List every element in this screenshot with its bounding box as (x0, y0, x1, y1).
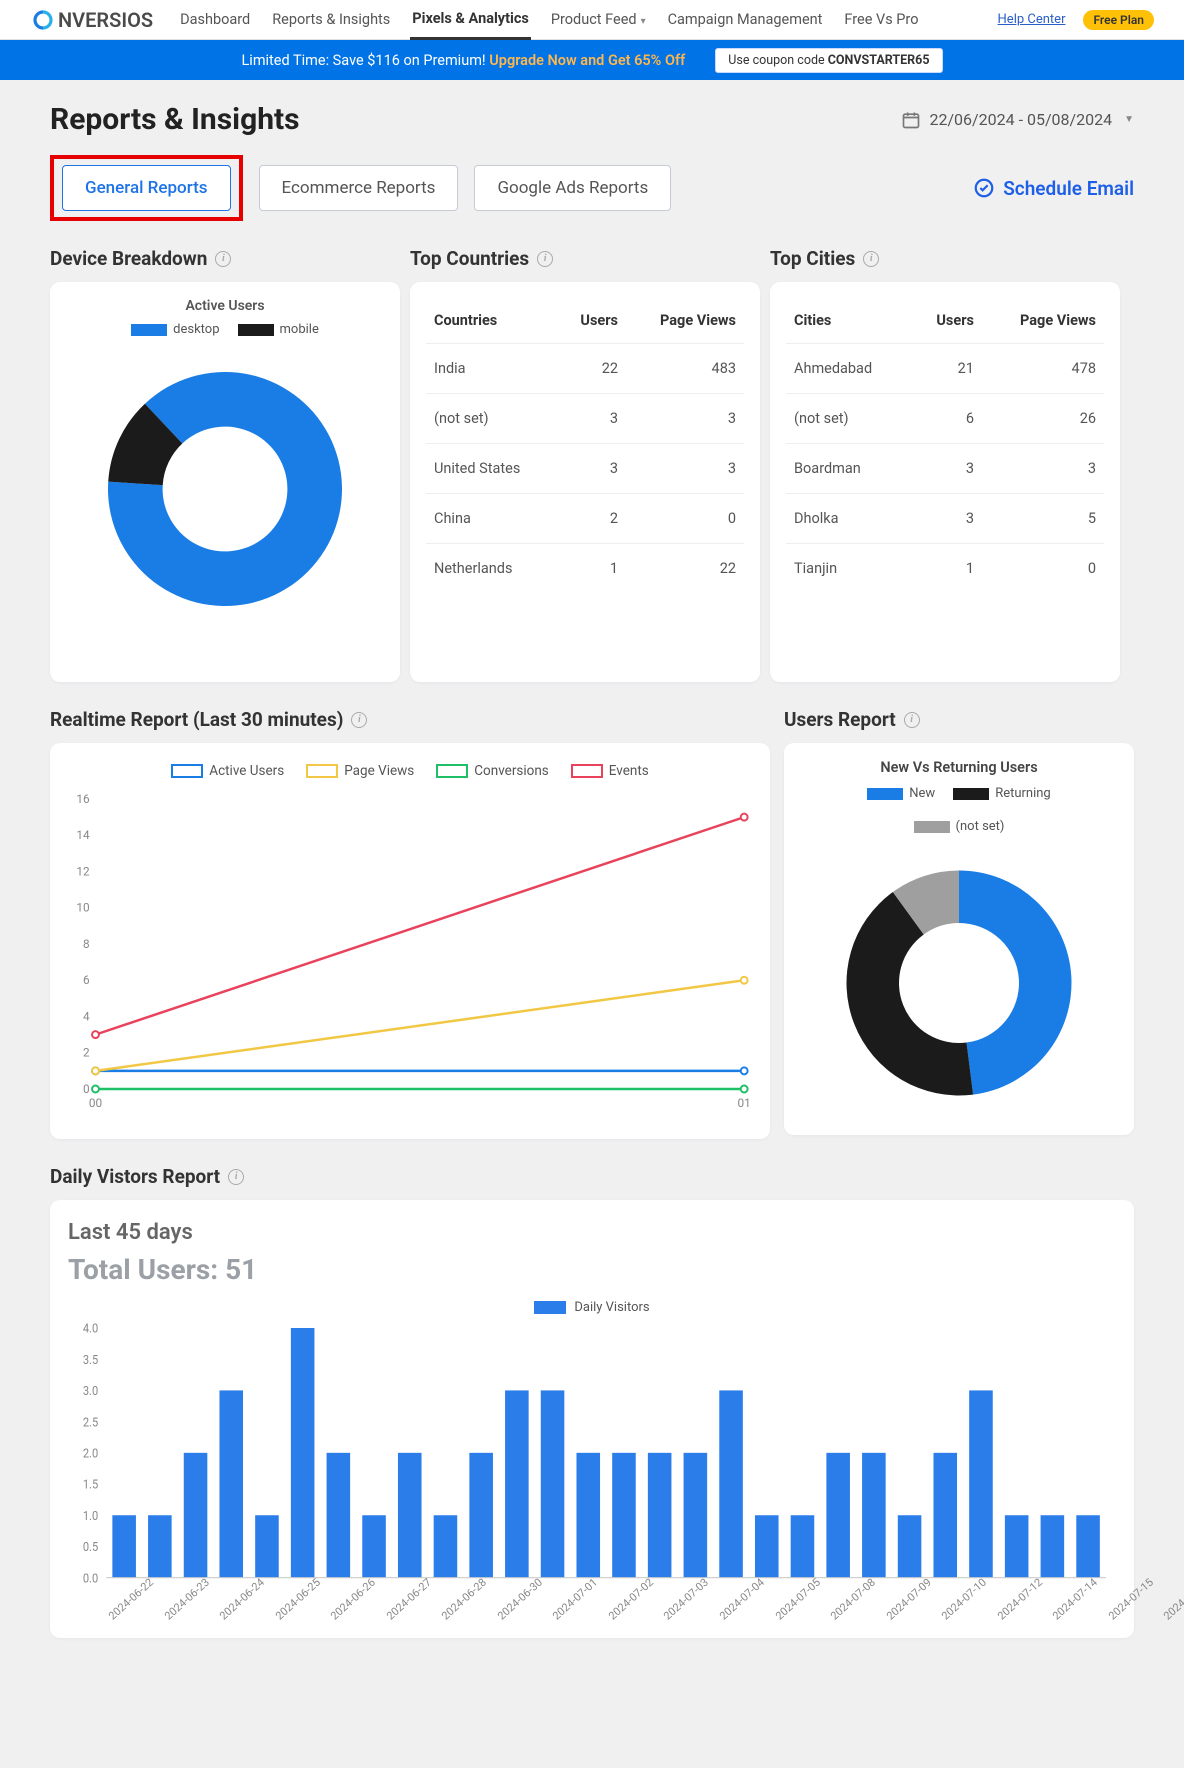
info-icon[interactable]: i (863, 251, 879, 267)
svg-text:10: 10 (76, 901, 89, 915)
schedule-email-button[interactable]: Schedule Email (973, 177, 1134, 200)
top-countries-table: CountriesUsersPage ViewsIndia22483(not s… (426, 298, 744, 593)
table-row: Netherlands122 (426, 544, 744, 594)
table-row: Boardman33 (786, 444, 1104, 494)
svg-text:00: 00 (89, 1096, 102, 1110)
calendar-icon (901, 110, 921, 130)
highlight-rect: General Reports (50, 155, 243, 221)
realtime-line-chart: 0 2 4 6 8 10 12 14 16 00 01 (66, 789, 754, 1119)
info-icon[interactable]: i (215, 251, 231, 267)
nav-reports-insights[interactable]: Reports & Insights (270, 1, 392, 38)
top-countries-title: Top Countriesi (410, 247, 760, 270)
top-countries-card: CountriesUsersPage ViewsIndia22483(not s… (410, 282, 760, 682)
info-icon[interactable]: i (351, 712, 367, 728)
daily-visitors-title: Daily Vistors Reporti (50, 1165, 1134, 1188)
tab-ecommerce-reports[interactable]: Ecommerce Reports (259, 165, 459, 211)
users-report-title: Users Reporti (784, 708, 1134, 731)
users-donut-chart (834, 858, 1084, 1108)
device-breakdown-card: Active Users desktop mobile (50, 282, 400, 682)
info-icon[interactable]: i (537, 251, 553, 267)
svg-text:4.0: 4.0 (83, 1321, 99, 1336)
tab-google-ads-reports[interactable]: Google Ads Reports (474, 165, 671, 211)
svg-text:3.0: 3.0 (83, 1383, 99, 1398)
info-icon[interactable]: i (228, 1169, 244, 1185)
chevron-down-icon: ▼ (1124, 114, 1134, 125)
tab-general-reports[interactable]: General Reports (62, 165, 231, 211)
table-row: (not set)33 (426, 394, 744, 444)
svg-text:6: 6 (83, 973, 90, 987)
users-report-card: New Vs Returning Users New Returning (no… (784, 743, 1134, 1135)
realtime-card: Active UsersPage ViewsConversionsEvents … (50, 743, 770, 1139)
table-row: Dholka35 (786, 494, 1104, 544)
svg-text:2.5: 2.5 (83, 1415, 99, 1430)
coupon-box[interactable]: Use coupon code CONVSTARTER65 (715, 48, 942, 73)
svg-text:1.5: 1.5 (83, 1477, 99, 1492)
svg-text:01: 01 (738, 1096, 751, 1110)
table-row: United States33 (426, 444, 744, 494)
table-row: Ahmedabad21478 (786, 344, 1104, 394)
svg-text:0: 0 (83, 1082, 90, 1096)
logo[interactable]: NVERSIOS (30, 8, 153, 32)
table-row: Tianjin10 (786, 544, 1104, 594)
nav-pixels-analytics[interactable]: Pixels & Analytics (410, 0, 531, 40)
svg-text:12: 12 (76, 864, 90, 878)
free-plan-badge[interactable]: Free Plan (1083, 10, 1154, 30)
table-row: China20 (426, 494, 744, 544)
top-navbar: NVERSIOS Dashboard Reports & Insights Pixe… (0, 0, 1184, 40)
table-row: India22483 (426, 344, 744, 394)
top-cities-table: CitiesUsersPage ViewsAhmedabad21478(not … (786, 298, 1104, 593)
device-donut-chart (95, 359, 355, 619)
nav-free-vs-pro[interactable]: Free Vs Pro (842, 1, 920, 38)
check-circle-icon (973, 177, 995, 199)
page-title: Reports & Insights (50, 102, 300, 137)
promo-text: Limited Time: Save $116 on Premium! Upgr… (241, 52, 685, 69)
svg-text:4: 4 (83, 1009, 90, 1023)
nav-campaign-management[interactable]: Campaign Management (666, 1, 825, 38)
top-cities-card: CitiesUsersPage ViewsAhmedabad21478(not … (770, 282, 1120, 682)
realtime-title: Realtime Report (Last 30 minutes)i (50, 708, 770, 731)
table-row: (not set)626 (786, 394, 1104, 444)
nav-menu: Dashboard Reports & Insights Pixels & Anal… (178, 0, 920, 40)
logo-text: NVERSIOS (58, 8, 153, 32)
logo-icon (30, 10, 56, 30)
promo-banner: Limited Time: Save $116 on Premium! Upgr… (0, 40, 1184, 80)
svg-text:2: 2 (83, 1046, 90, 1060)
svg-text:0.0: 0.0 (83, 1571, 99, 1586)
date-range-picker[interactable]: 22/06/2024 - 05/08/2024 ▼ (901, 110, 1134, 130)
nav-dashboard[interactable]: Dashboard (178, 1, 252, 38)
info-icon[interactable]: i (904, 712, 920, 728)
svg-text:3.5: 3.5 (83, 1352, 99, 1367)
nav-product-feed[interactable]: Product Feed (549, 1, 648, 38)
svg-text:1.0: 1.0 (83, 1508, 99, 1523)
device-breakdown-title: Device Breakdowni (50, 247, 400, 270)
help-center-link[interactable]: Help Center (998, 12, 1066, 27)
top-cities-title: Top Citiesi (770, 247, 1120, 270)
svg-text:14: 14 (76, 828, 90, 842)
svg-text:8: 8 (83, 937, 90, 951)
svg-text:2.0: 2.0 (83, 1446, 99, 1461)
daily-visitors-card: Last 45 days Total Users: 51 Daily Visit… (50, 1200, 1134, 1638)
svg-text:16: 16 (76, 792, 90, 806)
daily-bar-chart: 0.0 0.5 1.0 1.5 2.0 2.5 3.0 3.5 4.0 (68, 1321, 1116, 1601)
svg-text:0.5: 0.5 (83, 1539, 99, 1554)
